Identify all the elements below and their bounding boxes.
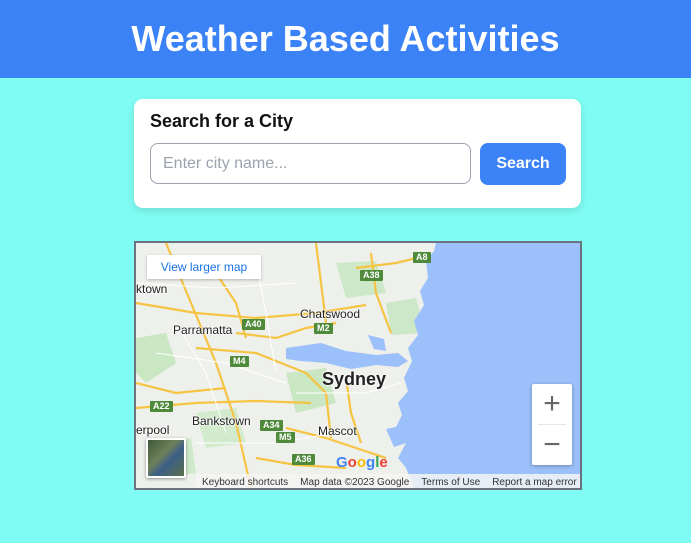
report-map-error-link[interactable]: Report a map error <box>486 477 580 488</box>
app-header: Weather Based Activities <box>0 0 691 78</box>
road-shield-m2: M2 <box>314 323 333 334</box>
page-title: Weather Based Activities <box>131 18 560 59</box>
terms-of-use-link[interactable]: Terms of Use <box>415 477 486 488</box>
search-card: Search for a City Search <box>134 99 581 208</box>
map-tiles <box>136 243 580 488</box>
road-shield-a38: A38 <box>360 270 383 281</box>
city-search-input[interactable] <box>150 143 471 184</box>
zoom-in-button[interactable]: + <box>532 384 572 424</box>
map-label-parramatta: Parramatta <box>173 323 233 337</box>
road-shield-a40: A40 <box>242 319 265 330</box>
road-shield-a22: A22 <box>150 401 173 412</box>
road-shield-m5: M5 <box>276 432 295 443</box>
google-logo: Google <box>336 454 388 471</box>
zoom-controls: + − <box>532 384 572 465</box>
map-label-blacktown: ktown <box>136 282 168 296</box>
map-label-sydney: Sydney <box>322 369 387 389</box>
map-label-mascot: Mascot <box>318 424 357 438</box>
road-shield-m4: M4 <box>230 356 249 367</box>
map-label-bankstown: Bankstown <box>192 414 251 428</box>
satellite-toggle-thumbnail[interactable] <box>146 438 186 478</box>
keyboard-shortcuts-link[interactable]: Keyboard shortcuts <box>196 477 294 488</box>
map-data-credit: Map data ©2023 Google <box>300 476 410 488</box>
road-shield-a34: A34 <box>260 420 283 431</box>
zoom-out-button[interactable]: − <box>532 425 572 465</box>
map-attribution-bar: Keyboard shortcuts Map data ©2023 Google… <box>196 474 580 488</box>
road-shield-a36: A36 <box>292 454 315 465</box>
search-heading: Search for a City <box>150 111 294 131</box>
view-larger-map-link[interactable]: View larger map <box>147 255 261 279</box>
map-embed[interactable]: ktown Parramatta Chatswood Sydney Bankst… <box>134 241 582 490</box>
map-label-liverpool: erpool <box>136 423 170 437</box>
road-shield-a8: A8 <box>413 252 431 263</box>
map-label-chatswood: Chatswood <box>300 307 361 321</box>
search-button[interactable]: Search <box>480 143 566 185</box>
